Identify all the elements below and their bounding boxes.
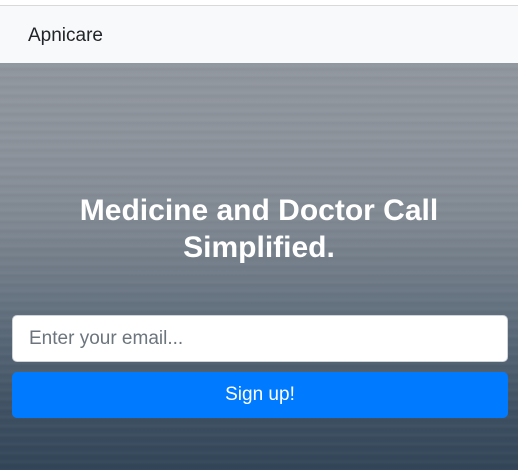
signup-button[interactable]: Sign up! xyxy=(12,372,508,418)
page: Apnicare Medicine and Doctor Call Simpli… xyxy=(0,0,518,470)
brand-link[interactable]: Apnicare xyxy=(28,24,103,48)
hero-headline: Medicine and Doctor Call Simplified. xyxy=(79,194,439,264)
navbar: Apnicare xyxy=(0,6,518,63)
email-input[interactable] xyxy=(12,315,508,362)
hero-section: Medicine and Doctor Call Simplified. Sig… xyxy=(0,63,518,470)
